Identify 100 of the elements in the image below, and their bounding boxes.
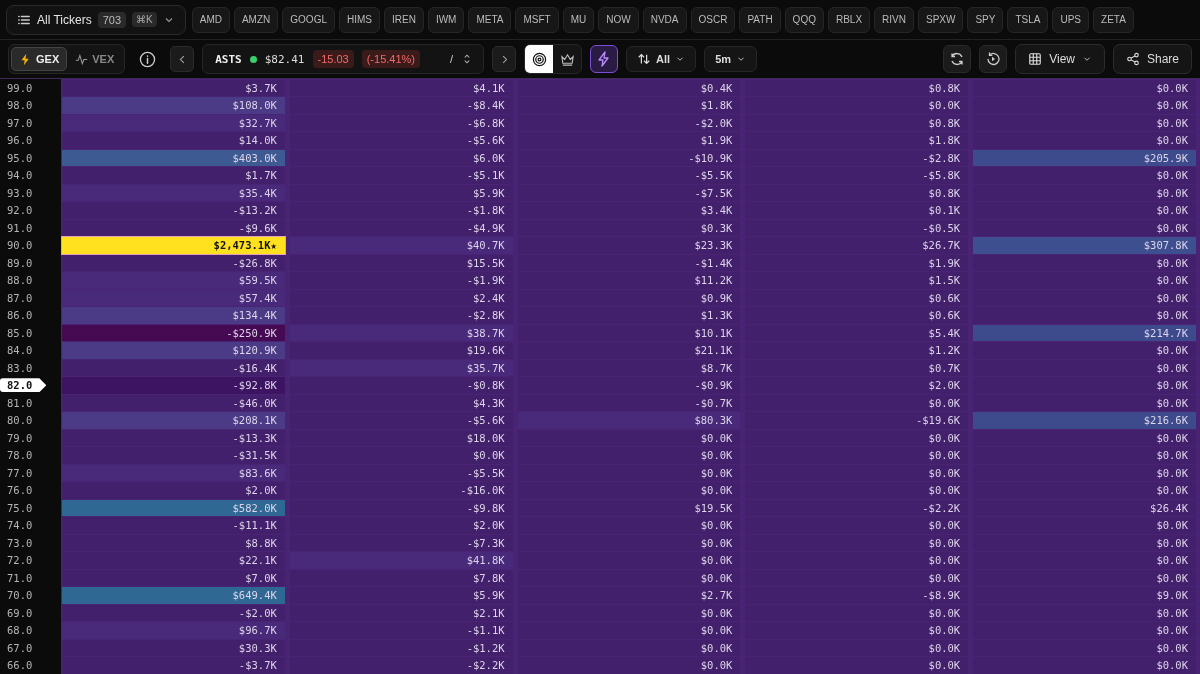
ticker-chip[interactable]: SPXW bbox=[918, 6, 964, 33]
heatmap-cell: $2.1K bbox=[289, 604, 513, 621]
ticker-chip[interactable]: MU bbox=[562, 6, 595, 33]
sort-filter-dropdown[interactable]: All bbox=[626, 46, 697, 72]
mode-tab[interactable]: GEX bbox=[11, 47, 68, 71]
ticker-picker[interactable]: All Tickers 703 ⌘K bbox=[6, 4, 186, 35]
current-price-marker: 82.0 bbox=[0, 378, 47, 393]
heatmap-cell: $7.8K bbox=[289, 569, 513, 586]
ticker-chip[interactable]: ZETA bbox=[1093, 6, 1134, 33]
view-button[interactable]: View bbox=[1015, 44, 1105, 74]
price: $82.41 bbox=[264, 52, 305, 66]
strike-label: 68.0 bbox=[6, 623, 34, 638]
strike-label: 70.0 bbox=[6, 588, 34, 603]
heatmap-cell: $1.2K bbox=[745, 342, 969, 359]
strike-label: 96.0 bbox=[6, 133, 34, 148]
lightning-button[interactable] bbox=[590, 45, 619, 73]
heatmap-cell: -$6.8K bbox=[289, 114, 513, 131]
heatmap-cell: $0.8K bbox=[745, 114, 969, 131]
target-button[interactable] bbox=[525, 45, 554, 73]
heatmap-cell: $30.3K bbox=[62, 639, 285, 656]
strike-label: 67.0 bbox=[6, 640, 34, 655]
strike-label: 80.0 bbox=[6, 413, 34, 428]
refresh-icon bbox=[949, 51, 966, 67]
heatmap-cell: -$16.4K bbox=[62, 359, 285, 376]
heatmap-cell: -$1.9K bbox=[289, 272, 513, 289]
ticker-chip[interactable]: TSLA bbox=[1007, 6, 1049, 33]
heatmap-cell: -$0.5K bbox=[745, 219, 969, 236]
ticker-chip[interactable]: NOW bbox=[598, 6, 639, 33]
heatmap-cell: -$5.6K bbox=[289, 412, 513, 429]
heatmap-cell: $6.0K bbox=[289, 149, 513, 166]
refresh-button[interactable] bbox=[943, 45, 972, 73]
heatmap-cell: $7.0K bbox=[62, 569, 285, 586]
heatmap-cell: $582.0K bbox=[62, 499, 285, 516]
heatmap-cell: $0.0K bbox=[973, 394, 1196, 411]
strike-label: 66.0 bbox=[6, 658, 34, 673]
heatmap-cell: -$0.9K bbox=[517, 377, 741, 394]
heatmap-cell: $8.8K bbox=[62, 534, 285, 551]
heatmap-cell: $1.9K bbox=[517, 132, 741, 149]
heatmap-cell: $1.5K bbox=[745, 272, 969, 289]
ticker-chip[interactable]: AMD bbox=[191, 6, 230, 33]
ticker-chip[interactable]: META bbox=[468, 6, 512, 33]
ticker-chip[interactable]: PATH bbox=[739, 6, 781, 33]
ticker-chip[interactable]: NVDA bbox=[642, 6, 687, 33]
heatmap-cell: -$7.5K bbox=[517, 184, 741, 201]
ticker-chip[interactable]: RBLX bbox=[827, 6, 871, 33]
ticker-chip[interactable]: HIMS bbox=[339, 6, 380, 33]
sort-arrows-icon bbox=[637, 52, 652, 66]
ticker-chip[interactable]: MSFT bbox=[515, 6, 559, 33]
heatmap-cell: $1.8K bbox=[517, 97, 741, 114]
ticker-chip[interactable]: GOOGL bbox=[282, 6, 335, 33]
heatmap-cell: $3.7K bbox=[62, 79, 285, 96]
heatmap-cell: $9.0K bbox=[973, 587, 1196, 604]
strike-label: 97.0 bbox=[6, 115, 34, 130]
heatmap-cell: $0.0K bbox=[745, 482, 969, 499]
heatmap-cell: -$2.2K bbox=[289, 657, 513, 674]
heatmap-cell: $0.0K bbox=[745, 517, 969, 534]
heatmap-cell: -$7.3K bbox=[289, 534, 513, 551]
heatmap-cell: $0.0K bbox=[973, 184, 1196, 201]
heatmap-cell: $5.9K bbox=[289, 587, 513, 604]
heatmap-cell: $0.0K bbox=[973, 202, 1196, 219]
ticker-chip[interactable]: SPY bbox=[967, 6, 1004, 33]
heatmap-cell: $2.0K bbox=[62, 482, 285, 499]
heatmap-cell: $0.0K bbox=[745, 394, 969, 411]
ticker-chip[interactable]: RIVN bbox=[874, 6, 914, 33]
heatmap-cell: $134.4K bbox=[62, 307, 285, 324]
percent-change: (-15.41%) bbox=[361, 50, 420, 68]
heatmap-cell: -$2.8K bbox=[289, 307, 513, 324]
heatmap-cell: $0.0K bbox=[745, 429, 969, 446]
interval-dropdown[interactable]: 5m bbox=[704, 46, 758, 72]
heatmap-cell: -$5.8K bbox=[745, 167, 969, 184]
mode-tab[interactable]: VEX bbox=[67, 47, 123, 71]
heatmap-cell: -$1.2K bbox=[289, 639, 513, 656]
heatmap-cell: $10.1K bbox=[517, 324, 741, 341]
heatmap-cell: $19.5K bbox=[517, 499, 741, 516]
heatmap-cell: $0.0K bbox=[973, 552, 1196, 569]
heatmap-cell: $3.4K bbox=[517, 202, 741, 219]
ticker-chip[interactable]: IWM bbox=[427, 6, 465, 33]
strike-label: 78.0 bbox=[6, 448, 34, 463]
heatmap-cell: $0.0K bbox=[517, 639, 741, 656]
strike-label: 94.0 bbox=[6, 168, 34, 183]
ticker-chip[interactable]: OSCR bbox=[690, 6, 736, 33]
heatmap-cell: $0.0K bbox=[517, 429, 741, 446]
ticker-quote[interactable]: ASTS $82.41 -15.03 (-15.41%) / bbox=[202, 44, 485, 74]
heatmap-cell: -$5.6K bbox=[289, 132, 513, 149]
heatmap-cell: -$13.3K bbox=[62, 429, 285, 446]
info-icon[interactable] bbox=[139, 50, 157, 68]
heatmap-cell: $0.4K bbox=[517, 79, 741, 96]
heatmap-cell: $0.0K bbox=[745, 604, 969, 621]
ticker-chip[interactable]: IREN bbox=[384, 6, 424, 33]
history-button[interactable] bbox=[979, 45, 1008, 73]
strike-label: 91.0 bbox=[6, 220, 34, 235]
heatmap-cell: $41.8K bbox=[289, 552, 513, 569]
ticker-chip[interactable]: UPS bbox=[1052, 6, 1090, 33]
heatmap-cell: $8.7K bbox=[517, 359, 741, 376]
heatmap-cell: $80.3K bbox=[517, 412, 741, 429]
ticker-chip[interactable]: AMZN bbox=[233, 6, 279, 33]
ticker-chip[interactable]: QQQ bbox=[784, 6, 824, 33]
heatmap-cell: $216.6K bbox=[973, 412, 1196, 429]
heatmap-cell: $0.0K bbox=[973, 254, 1196, 271]
share-button[interactable]: Share bbox=[1112, 44, 1192, 74]
